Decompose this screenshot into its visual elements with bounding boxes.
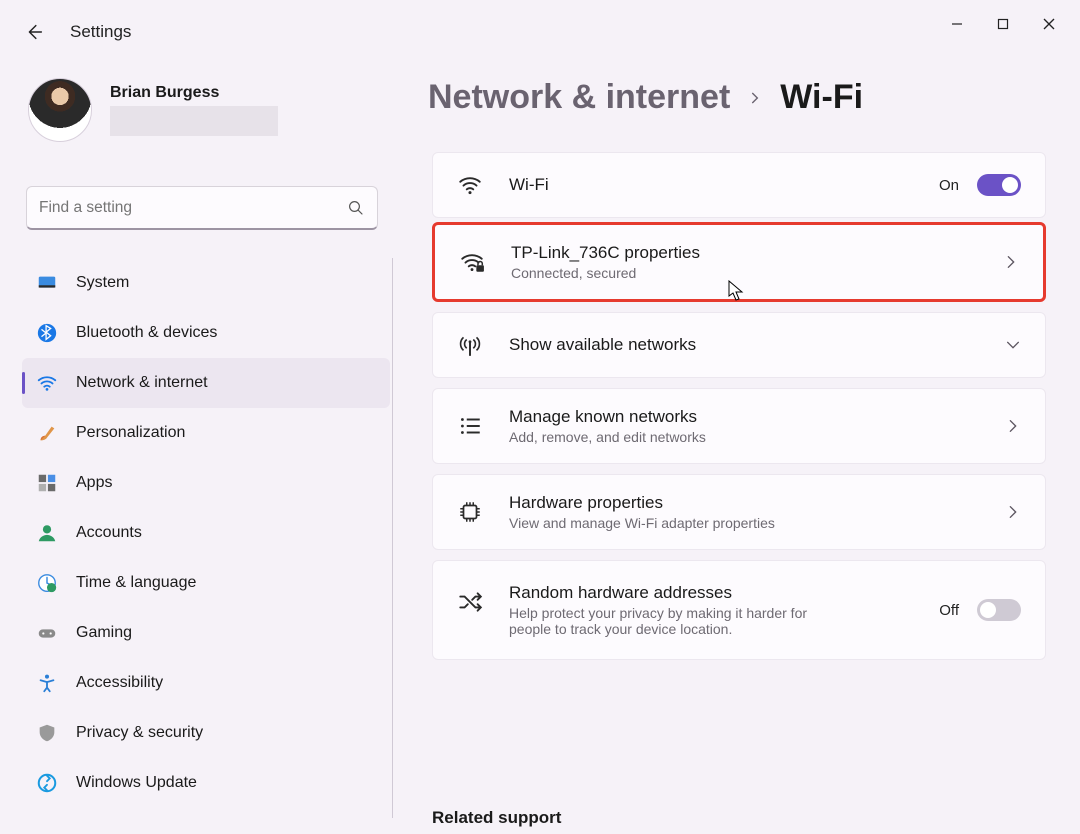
apps-icon <box>36 472 58 494</box>
monitor-icon <box>36 272 58 294</box>
app-title: Settings <box>70 22 131 42</box>
back-button[interactable] <box>20 18 48 46</box>
chevron-right-icon <box>1003 254 1019 270</box>
hardware-properties-card[interactable]: Hardware properties View and manage Wi-F… <box>432 474 1046 550</box>
sidebar-item-update[interactable]: Windows Update <box>22 758 390 808</box>
sidebar-item-label: Accessibility <box>76 674 163 692</box>
close-button[interactable] <box>1026 4 1072 44</box>
sidebar-item-accessibility[interactable]: Accessibility <box>22 658 390 708</box>
chevron-right-icon <box>1005 418 1021 434</box>
wifi-secured-icon <box>459 249 485 275</box>
search-box[interactable] <box>26 186 378 230</box>
random-mac-card[interactable]: Random hardware addresses Help protect y… <box>432 560 1046 660</box>
card-title: Random hardware addresses <box>509 583 913 603</box>
sidebar-item-label: Network & internet <box>76 374 208 392</box>
chevron-right-icon <box>748 91 762 105</box>
card-subtitle: Help protect your privacy by making it h… <box>509 605 809 637</box>
maximize-button[interactable] <box>980 4 1026 44</box>
shield-icon <box>36 722 58 744</box>
sidebar-item-gaming[interactable]: Gaming <box>22 608 390 658</box>
card-subtitle: Add, remove, and edit networks <box>509 429 979 445</box>
breadcrumb: Network & internet Wi-Fi <box>428 78 863 117</box>
card-subtitle: Connected, secured <box>511 265 977 281</box>
sidebar-item-personalization[interactable]: Personalization <box>22 408 390 458</box>
random-mac-toggle[interactable] <box>977 599 1021 621</box>
sidebar-item-label: Privacy & security <box>76 724 203 742</box>
sidebar-item-privacy[interactable]: Privacy & security <box>22 708 390 758</box>
page-title: Wi-Fi <box>780 78 863 117</box>
avatar[interactable] <box>28 78 92 142</box>
chevron-right-icon <box>1005 504 1021 520</box>
sidebar-item-label: Windows Update <box>76 774 197 792</box>
sidebar-item-network[interactable]: Network & internet <box>22 358 390 408</box>
known-networks-card[interactable]: Manage known networks Add, remove, and e… <box>432 388 1046 464</box>
sidebar-item-label: Gaming <box>76 624 132 642</box>
card-title: Manage known networks <box>509 407 979 427</box>
wifi-icon <box>457 172 483 198</box>
chip-icon <box>457 499 483 525</box>
search-input[interactable] <box>39 199 347 217</box>
update-sync-icon <box>36 772 58 794</box>
list-icon <box>457 413 483 439</box>
gamepad-icon <box>36 622 58 644</box>
shuffle-icon <box>457 589 483 615</box>
bluetooth-icon <box>36 322 58 344</box>
nav-scrollbar[interactable] <box>392 258 393 818</box>
wifi-state-label: On <box>939 177 959 194</box>
accessibility-icon <box>36 672 58 694</box>
person-icon <box>36 522 58 544</box>
sidebar-item-apps[interactable]: Apps <box>22 458 390 508</box>
available-networks-card[interactable]: Show available networks <box>432 312 1046 378</box>
sidebar-item-bluetooth[interactable]: Bluetooth & devices <box>22 308 390 358</box>
related-support-heading: Related support <box>432 808 561 828</box>
random-mac-state-label: Off <box>939 602 959 619</box>
card-title: TP-Link_736C properties <box>511 243 977 263</box>
user-email-redacted <box>110 106 278 136</box>
user-name: Brian Burgess <box>110 84 278 102</box>
sidebar-item-system[interactable]: System <box>22 258 390 308</box>
brush-icon <box>36 422 58 444</box>
antenna-icon <box>457 332 483 358</box>
minimize-button[interactable] <box>934 4 980 44</box>
breadcrumb-parent[interactable]: Network & internet <box>428 78 730 117</box>
sidebar-item-label: System <box>76 274 129 292</box>
sidebar-item-label: Accounts <box>76 524 142 542</box>
wifi-toggle-card[interactable]: Wi-Fi On <box>432 152 1046 218</box>
wifi-toggle[interactable] <box>977 174 1021 196</box>
sidebar-item-time[interactable]: Time & language <box>22 558 390 608</box>
sidebar-item-label: Personalization <box>76 424 185 442</box>
wifi-connection-card[interactable]: TP-Link_736C properties Connected, secur… <box>432 222 1046 302</box>
card-title: Wi-Fi <box>509 175 913 195</box>
sidebar-item-label: Apps <box>76 474 112 492</box>
chevron-down-icon <box>1005 337 1021 353</box>
card-title: Hardware properties <box>509 493 979 513</box>
sidebar-item-accounts[interactable]: Accounts <box>22 508 390 558</box>
clock-globe-icon <box>36 572 58 594</box>
wifi-icon <box>36 372 58 394</box>
search-icon <box>347 199 365 217</box>
sidebar-item-label: Time & language <box>76 574 196 592</box>
card-title: Show available networks <box>509 335 979 355</box>
sidebar-item-label: Bluetooth & devices <box>76 324 217 342</box>
card-subtitle: View and manage Wi-Fi adapter properties <box>509 515 979 531</box>
